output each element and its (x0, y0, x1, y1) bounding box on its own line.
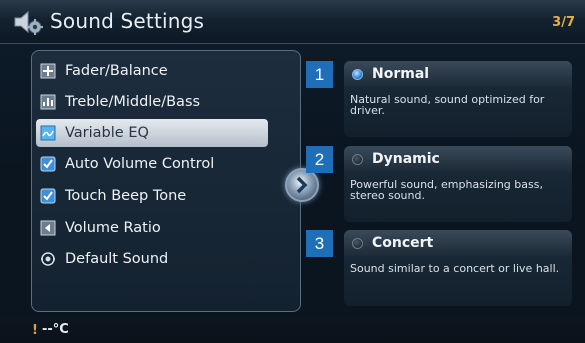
menu-item-default-sound[interactable]: Default Sound (40, 245, 268, 273)
radio-selected-icon[interactable] (352, 68, 363, 80)
menu-item-label: Default Sound (65, 251, 169, 267)
menu-item-volume-ratio[interactable]: Volume Ratio (40, 214, 268, 242)
menu-item-label: Auto Volume Control (65, 156, 215, 172)
option-description: Natural sound, sound optimized for drive… (350, 93, 545, 117)
option-header[interactable]: Concert (344, 230, 572, 256)
menu-item-auto-volume-control[interactable]: Auto Volume Control (40, 150, 268, 178)
option-number-badge: 2 (306, 146, 333, 173)
option-description: Sound similar to a concert or live hall. (350, 262, 560, 275)
option-label: Dynamic (372, 151, 440, 167)
page-indicator: 3/7 (552, 15, 575, 30)
radio-unselected-icon[interactable] (352, 237, 363, 249)
option-label: Normal (372, 66, 430, 82)
menu-item-label: Volume Ratio (65, 220, 161, 236)
sound-menu-panel: Fader/Balance Treble/Middle/Bass Variabl… (31, 50, 301, 312)
chevron-right-icon (296, 176, 308, 194)
menu-item-variable-eq[interactable]: Variable EQ (36, 119, 268, 147)
option-dynamic[interactable]: Dynamic Powerful sound, emphasizing bass… (344, 146, 572, 222)
option-number-badge: 1 (306, 61, 333, 88)
option-number-badge: 3 (306, 230, 333, 257)
option-header[interactable]: Dynamic (344, 146, 572, 172)
equalizer-icon (40, 94, 56, 110)
menu-item-label: Variable EQ (65, 125, 149, 141)
option-normal[interactable]: Normal Natural sound, sound optimized fo… (344, 61, 572, 137)
status-bar: ! --°C (0, 318, 585, 343)
variable-eq-icon (40, 125, 56, 141)
menu-item-treble-middle-bass[interactable]: Treble/Middle/Bass (40, 88, 268, 116)
volume-ratio-icon (40, 220, 56, 236)
option-concert[interactable]: Concert Sound similar to a concert or li… (344, 230, 572, 306)
menu-item-label: Touch Beep Tone (65, 188, 187, 204)
control-knob[interactable] (285, 168, 319, 202)
option-header[interactable]: Normal (344, 61, 572, 87)
checkbox-checked-icon[interactable] (40, 188, 56, 204)
sound-settings-screen: Sound Settings 3/7 Fader/Balance Treble/… (0, 0, 585, 343)
fader-icon (40, 63, 56, 79)
menu-item-label: Fader/Balance (65, 63, 168, 79)
checkbox-checked-icon[interactable] (40, 156, 56, 172)
warning-icon: ! (32, 323, 38, 338)
option-description: Powerful sound, emphasizing bass, stereo… (350, 178, 543, 202)
menu-item-touch-beep-tone[interactable]: Touch Beep Tone (40, 182, 268, 210)
radio-unselected-icon[interactable] (352, 153, 363, 165)
speaker-gear-icon (14, 10, 43, 35)
header-bar: Sound Settings 3/7 (0, 0, 585, 44)
default-sound-icon (40, 251, 56, 267)
option-label: Concert (372, 235, 434, 251)
outside-temperature: --°C (42, 322, 69, 337)
page-title: Sound Settings (50, 9, 205, 33)
menu-item-label: Treble/Middle/Bass (65, 94, 201, 110)
menu-item-fader-balance[interactable]: Fader/Balance (40, 57, 268, 85)
